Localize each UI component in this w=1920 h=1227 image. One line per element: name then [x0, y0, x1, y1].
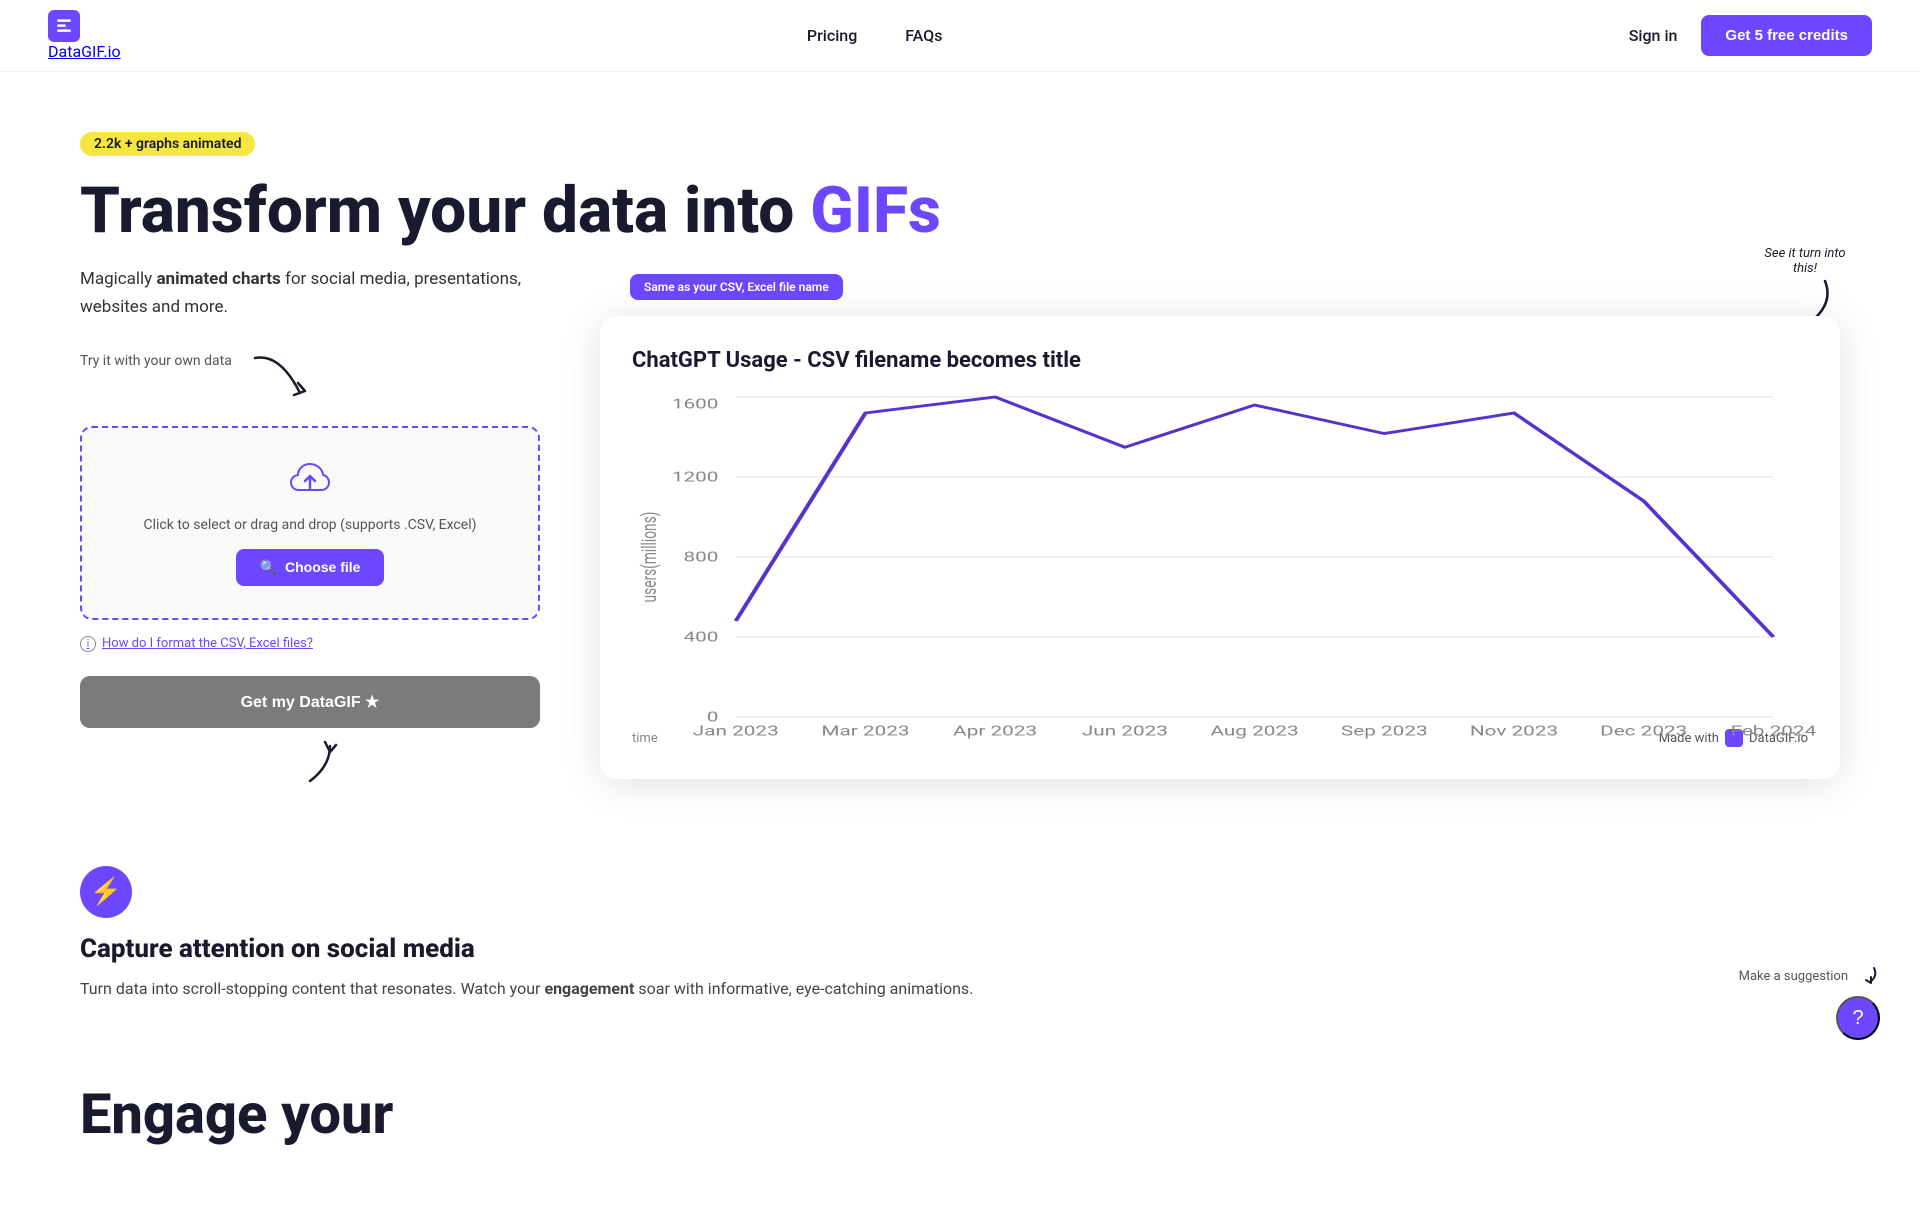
- svg-text:400: 400: [683, 630, 718, 646]
- line-chart: 0 400 800 1200 1600 users(millions) Jan …: [632, 397, 1808, 717]
- logo-text: DataGIF.io: [48, 42, 121, 61]
- choose-file-button[interactable]: 🔍 Choose file: [236, 549, 385, 586]
- features-section: ⚡ Capture attention on social media Turn…: [0, 786, 1920, 1082]
- hero-headline: Transform your data into GIFs: [80, 176, 1840, 246]
- feature-desc: Turn data into scroll-stopping content t…: [80, 976, 1840, 1002]
- svg-text:Jan 2023: Jan 2023: [693, 724, 779, 740]
- svg-text:1200: 1200: [672, 470, 719, 486]
- hero-body: Magically animated charts for social med…: [80, 246, 1840, 785]
- svg-text:Feb 2024: Feb 2024: [1731, 724, 1817, 740]
- feature-social-media: ⚡ Capture attention on social media Turn…: [80, 866, 1840, 1002]
- generate-button[interactable]: Get my DataGIF ★: [80, 676, 540, 728]
- svg-text:Apr 2023: Apr 2023: [953, 724, 1037, 740]
- suggestion-button[interactable]: ?: [1836, 996, 1880, 1040]
- try-label-wrap: Try it with your own data: [80, 353, 540, 410]
- tooltip-text: Same as your CSV, Excel file name: [644, 280, 829, 294]
- upload-cloud-icon: [102, 460, 518, 505]
- headline-gifs: GIFs: [810, 173, 941, 248]
- svg-text:800: 800: [683, 550, 718, 566]
- info-icon: i: [80, 636, 96, 652]
- hero-section: 2.2k + graphs animated Transform your da…: [0, 72, 1920, 786]
- lightning-icon: ⚡: [90, 877, 122, 907]
- see-it-text: See it turn into this!: [1760, 246, 1850, 276]
- suggestion-widget: Make a suggestion ?: [1739, 964, 1880, 1040]
- suggestion-label-text: Make a suggestion: [1739, 969, 1848, 984]
- svg-text:Mar 2023: Mar 2023: [821, 724, 909, 740]
- navbar: DataGIF.io Pricing FAQs Sign in Get 5 fr…: [0, 0, 1920, 72]
- svg-text:users(millions): users(millions): [639, 512, 663, 603]
- try-arrow-icon: [250, 353, 310, 410]
- feature-desc-start: Turn data into scroll-stopping content t…: [80, 979, 544, 998]
- svg-text:Sep 2023: Sep 2023: [1341, 724, 1428, 740]
- curved-arrow-icon: [250, 353, 310, 403]
- stats-badge: 2.2k + graphs animated: [80, 132, 255, 156]
- hero-right: See it turn into this! Same as your CSV,…: [600, 246, 1840, 779]
- svg-text:Dec 2023: Dec 2023: [1600, 724, 1687, 740]
- suggestion-label-row: Make a suggestion: [1739, 964, 1880, 988]
- nav-pricing[interactable]: Pricing: [807, 26, 857, 45]
- chart-card: ChatGPT Usage - CSV filename becomes tit…: [600, 316, 1840, 779]
- question-mark-icon: ?: [1852, 1007, 1863, 1030]
- svg-text:Aug 2023: Aug 2023: [1210, 724, 1298, 740]
- desc-start: Magically: [80, 269, 156, 289]
- desc-bold: animated charts: [156, 269, 280, 289]
- feature-desc-bold: engagement: [544, 979, 634, 998]
- suggestion-arrow-icon: [1856, 964, 1880, 988]
- headline-start: Transform your data into: [80, 173, 810, 248]
- hero-left: Magically animated charts for social med…: [80, 246, 540, 785]
- help-text: How do I format the CSV, Excel files?: [102, 636, 313, 651]
- help-link[interactable]: i How do I format the CSV, Excel files?: [80, 636, 540, 652]
- svg-text:1600: 1600: [672, 397, 719, 413]
- logo-svg: [54, 16, 74, 36]
- hero-description: Magically animated charts for social med…: [80, 266, 540, 320]
- svg-text:Nov 2023: Nov 2023: [1470, 724, 1558, 740]
- nav-logo[interactable]: DataGIF.io: [48, 10, 121, 61]
- nav-links: Pricing FAQs: [807, 26, 943, 45]
- feature-desc-end: soar with informative, eye-catching anim…: [634, 979, 973, 998]
- upload-dropzone[interactable]: Click to select or drag and drop (suppor…: [80, 426, 540, 620]
- tooltip-badge: Same as your CSV, Excel file name: [630, 274, 843, 300]
- nav-right: Sign in Get 5 free credits: [1629, 15, 1872, 56]
- bottom-arrow-icon: [275, 736, 345, 786]
- feature-icon: ⚡: [80, 866, 132, 918]
- sign-in-link[interactable]: Sign in: [1629, 26, 1678, 45]
- logo-icon: [48, 10, 80, 42]
- nav-faqs[interactable]: FAQs: [905, 26, 942, 45]
- generate-label: Get my DataGIF ★: [241, 692, 380, 712]
- chart-title: ChatGPT Usage - CSV filename becomes tit…: [632, 348, 1808, 373]
- feature-title-text: Capture attention on social media: [80, 934, 475, 964]
- engage-section: Engage your: [0, 1081, 1920, 1227]
- engage-title: Engage your: [80, 1081, 1840, 1147]
- get-credits-button[interactable]: Get 5 free credits: [1701, 15, 1872, 56]
- upload-instruction-text: Click to select or drag and drop (suppor…: [102, 517, 518, 533]
- x-axis-label: time: [632, 731, 658, 746]
- search-icon: 🔍: [260, 559, 277, 576]
- bottom-arrow-wrap: [80, 736, 540, 786]
- svg-text:Jun 2023: Jun 2023: [1082, 724, 1168, 740]
- chart-wrap: 0 400 800 1200 1600 users(millions) Jan …: [632, 397, 1808, 717]
- try-label-text: Try it with your own data: [80, 353, 232, 369]
- feature-title: Capture attention on social media: [80, 934, 1840, 964]
- choose-file-label: Choose file: [285, 559, 360, 575]
